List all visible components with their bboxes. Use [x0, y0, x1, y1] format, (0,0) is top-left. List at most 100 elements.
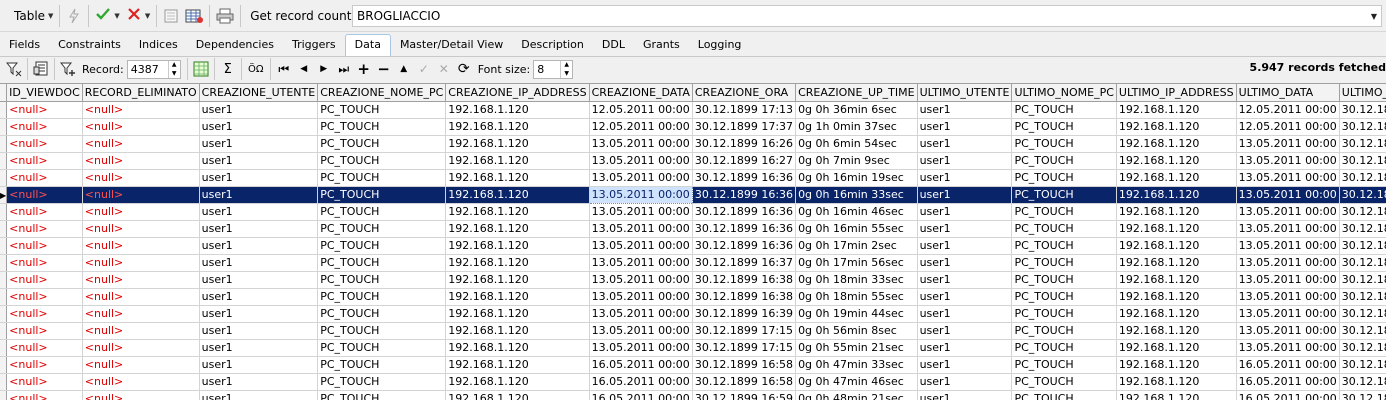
- table-row[interactable]: <null> <null> user1 PC_TOUCH 192.168.1.120 13…: [0, 288, 1386, 306]
- table-cell[interactable]: 30.12.1899: [1339, 203, 1386, 221]
- table-cell[interactable]: PC_TOUCH: [1011, 305, 1117, 323]
- table-cell[interactable]: user1: [199, 373, 319, 391]
- table-cell[interactable]: user1: [917, 254, 1013, 272]
- column-header[interactable]: CREAZIONE_NOME_PC: [317, 84, 447, 102]
- table-cell[interactable]: 0g 0h 48min 21sec: [795, 390, 918, 400]
- table-cell[interactable]: 192.168.1.120: [445, 390, 590, 400]
- table-cell[interactable]: 192.168.1.120: [445, 203, 590, 221]
- table-cell[interactable]: 30.12.1899 16:36: [692, 203, 797, 221]
- table-cell[interactable]: 0g 0h 16min 33sec: [795, 186, 918, 204]
- column-header[interactable]: ULTIMO_O: [1339, 84, 1386, 102]
- table-cell[interactable]: 192.168.1.120: [445, 118, 590, 136]
- table-cell[interactable]: 192.168.1.120: [445, 152, 590, 170]
- table-cell[interactable]: 13.05.2011 00:00: [589, 339, 693, 357]
- table-cell[interactable]: PC_TOUCH: [317, 322, 447, 340]
- table-cell[interactable]: 0g 0h 6min 54sec: [795, 135, 918, 153]
- record-view-icon[interactable]: [31, 59, 51, 79]
- table-cell[interactable]: <null>: [6, 254, 83, 272]
- column-header[interactable]: ULTIMO_NOME_PC: [1011, 84, 1117, 102]
- table-cell[interactable]: user1: [199, 305, 319, 323]
- row-indicator[interactable]: [0, 101, 8, 119]
- table-menu-button[interactable]: Table ▼: [0, 4, 56, 28]
- table-cell[interactable]: 30.12.1899 16:36: [692, 220, 797, 238]
- table-cell[interactable]: 192.168.1.120: [445, 288, 590, 306]
- table-cell[interactable]: PC_TOUCH: [317, 305, 447, 323]
- table-cell[interactable]: user1: [917, 339, 1013, 357]
- row-indicator[interactable]: ▶: [0, 186, 8, 204]
- table-cell[interactable]: PC_TOUCH: [317, 101, 447, 119]
- chevron-down-icon[interactable]: ▼: [169, 69, 180, 78]
- row-indicator[interactable]: [0, 152, 8, 170]
- table-cell[interactable]: 30.12.1899 17:15: [692, 322, 797, 340]
- table-row[interactable]: <null> <null> user1 PC_TOUCH 192.168.1.120 13…: [0, 237, 1386, 255]
- table-cell[interactable]: 16.05.2011 00:00: [1236, 356, 1340, 374]
- table-cell[interactable]: PC_TOUCH: [317, 254, 447, 272]
- table-cell[interactable]: user1: [917, 220, 1013, 238]
- table-cell[interactable]: <null>: [82, 390, 200, 400]
- table-cell[interactable]: <null>: [82, 305, 200, 323]
- tab-data[interactable]: Data: [344, 34, 391, 56]
- table-cell[interactable]: 192.168.1.120: [1116, 339, 1237, 357]
- prior-record-icon[interactable]: ◀: [294, 59, 314, 79]
- table-cell[interactable]: 16.05.2011 00:00: [1236, 390, 1340, 400]
- table-cell[interactable]: 13.05.2011 00:00: [1236, 322, 1340, 340]
- table-cell[interactable]: 192.168.1.120: [1116, 152, 1237, 170]
- table-cell[interactable]: 30.12.1899: [1339, 390, 1386, 400]
- row-indicator[interactable]: [0, 305, 8, 323]
- table-cell[interactable]: 192.168.1.120: [445, 373, 590, 391]
- table-row[interactable]: <null> <null> user1 PC_TOUCH 192.168.1.120 13…: [0, 339, 1386, 357]
- table-cell[interactable]: 30.12.1899 16:38: [692, 271, 797, 289]
- table-row[interactable]: <null> <null> user1 PC_TOUCH 192.168.1.120 12…: [0, 118, 1386, 136]
- first-record-icon[interactable]: ⏮: [274, 59, 294, 79]
- table-cell[interactable]: 192.168.1.120: [445, 271, 590, 289]
- table-cell[interactable]: 192.168.1.120: [1116, 356, 1237, 374]
- table-cell[interactable]: PC_TOUCH: [317, 356, 447, 374]
- table-cell[interactable]: PC_TOUCH: [317, 169, 447, 187]
- table-cell[interactable]: 16.05.2011 00:00: [1236, 373, 1340, 391]
- grid-view-icon[interactable]: [182, 4, 206, 28]
- table-cell[interactable]: 30.12.1899: [1339, 254, 1386, 272]
- table-cell[interactable]: 192.168.1.120: [1116, 390, 1237, 400]
- table-cell[interactable]: 192.168.1.120: [445, 356, 590, 374]
- table-cell[interactable]: PC_TOUCH: [317, 288, 447, 306]
- table-cell[interactable]: 30.12.1899 16:38: [692, 288, 797, 306]
- table-cell[interactable]: 13.05.2011 00:00: [1236, 135, 1340, 153]
- row-indicator[interactable]: [0, 203, 8, 221]
- table-cell[interactable]: user1: [917, 288, 1013, 306]
- table-cell[interactable]: 13.05.2011 00:00: [1236, 288, 1340, 306]
- table-cell[interactable]: PC_TOUCH: [1011, 152, 1117, 170]
- table-cell[interactable]: 16.05.2011 00:00: [589, 356, 693, 374]
- table-cell[interactable]: 192.168.1.120: [1116, 169, 1237, 187]
- table-cell[interactable]: 13.05.2011 00:00: [589, 237, 693, 255]
- table-cell[interactable]: PC_TOUCH: [1011, 288, 1117, 306]
- table-cell[interactable]: user1: [199, 152, 319, 170]
- table-cell[interactable]: PC_TOUCH: [1011, 101, 1117, 119]
- table-cell[interactable]: PC_TOUCH: [317, 203, 447, 221]
- table-cell[interactable]: <null>: [6, 186, 83, 204]
- table-cell[interactable]: 192.168.1.120: [445, 186, 590, 204]
- lightning-icon[interactable]: [63, 4, 85, 28]
- chevron-up-icon[interactable]: ▲: [561, 61, 572, 70]
- table-cell[interactable]: 13.05.2011 00:00: [589, 271, 693, 289]
- table-cell[interactable]: <null>: [6, 339, 83, 357]
- table-cell[interactable]: 13.05.2011 00:00: [1236, 203, 1340, 221]
- table-cell[interactable]: 30.12.1899: [1339, 101, 1386, 119]
- table-row[interactable]: <null> <null> user1 PC_TOUCH 192.168.1.120 16…: [0, 373, 1386, 391]
- table-row[interactable]: <null> <null> user1 PC_TOUCH 192.168.1.120 13…: [0, 254, 1386, 272]
- tab-description[interactable]: Description: [512, 38, 593, 56]
- table-cell[interactable]: <null>: [6, 288, 83, 306]
- delete-record-icon[interactable]: −: [374, 59, 394, 79]
- table-cell[interactable]: 192.168.1.120: [1116, 220, 1237, 238]
- table-cell[interactable]: <null>: [6, 152, 83, 170]
- table-cell[interactable]: 0g 0h 16min 55sec: [795, 220, 918, 238]
- table-row[interactable]: <null> <null> user1 PC_TOUCH 192.168.1.120 16…: [0, 390, 1386, 400]
- row-indicator[interactable]: [0, 254, 8, 272]
- row-indicator[interactable]: [0, 169, 8, 187]
- tab-grants[interactable]: Grants: [634, 38, 689, 56]
- row-indicator[interactable]: [0, 118, 8, 136]
- table-cell[interactable]: <null>: [82, 254, 200, 272]
- rollback-button[interactable]: ▼: [123, 4, 153, 28]
- table-cell[interactable]: 13.05.2011 00:00: [589, 135, 693, 153]
- table-cell[interactable]: 192.168.1.120: [1116, 101, 1237, 119]
- table-cell[interactable]: 13.05.2011 00:00: [1236, 169, 1340, 187]
